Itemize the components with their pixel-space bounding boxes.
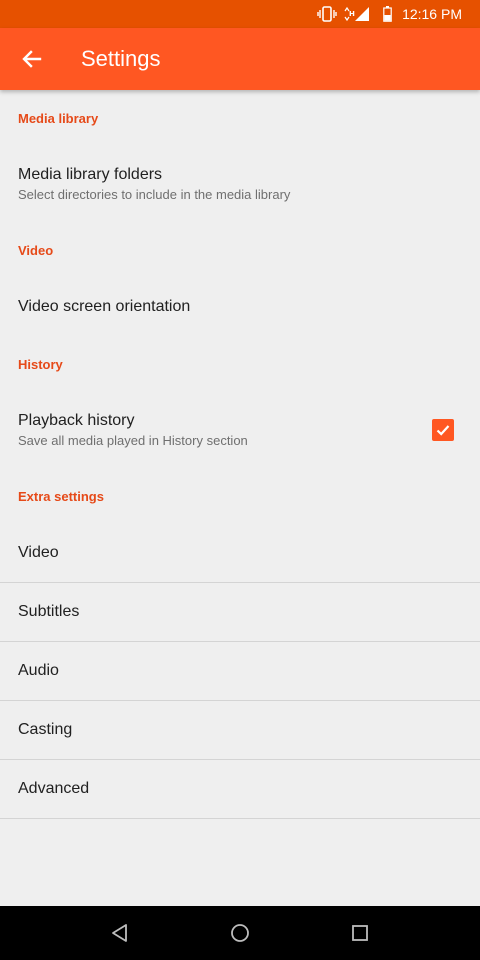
media-library-folders-item[interactable]: Media library folders Select directories… [0,146,480,222]
section-header-media-library: Media library [18,110,99,126]
pref-title: Playback history [18,412,135,429]
nav-back-icon [112,924,127,942]
data-hplus-icon: H [343,6,355,22]
settings-screen: H 12:16 PM Settings Media library Media … [0,0,480,960]
nav-recents-button[interactable] [340,913,380,953]
pref-title: Video [18,544,59,561]
navigation-bar [0,906,480,960]
signal-icon [355,7,370,21]
pref-title: Subtitles [18,603,80,620]
pref-title: Audio [18,662,59,679]
extra-item-audio[interactable]: Audio [0,642,480,701]
nav-back-button[interactable] [100,913,140,953]
vibrate-icon [317,6,337,22]
extra-item-video[interactable]: Video [0,524,480,583]
extra-item-casting[interactable]: Casting [0,701,480,760]
nav-home-button[interactable] [220,913,260,953]
pref-title: Advanced [18,780,90,797]
extra-item-advanced[interactable]: Advanced [0,760,480,819]
page-title: Settings [81,46,161,71]
video-screen-orientation-item[interactable]: Video screen orientation [0,278,480,336]
settings-list: Media library Media library folders Sele… [0,90,480,819]
pref-title: Media library folders [18,166,163,183]
section-header-history: History [18,356,63,372]
pref-summary: Select directories to include in the med… [18,187,291,202]
pref-title: Video screen orientation [18,298,191,315]
check-icon [436,425,450,436]
back-button[interactable] [0,28,64,90]
pref-summary: Save all media played in History section [18,433,248,448]
app-bar: Settings [0,28,480,90]
nav-home-icon [231,924,249,942]
section-header-extra-settings: Extra settings [18,488,104,504]
playback-history-item[interactable]: Playback history Save all media played i… [0,392,480,468]
status-time: 12:16 PM [402,6,462,22]
battery-icon [383,6,392,22]
playback-history-checkbox[interactable] [432,419,454,441]
nav-recents-icon [352,925,368,941]
arrow-back-icon [22,50,42,68]
pref-title: Casting [18,721,73,738]
status-bar: H 12:16 PM [0,0,480,28]
extra-item-subtitles[interactable]: Subtitles [0,583,480,642]
section-header-video: Video [18,242,54,258]
